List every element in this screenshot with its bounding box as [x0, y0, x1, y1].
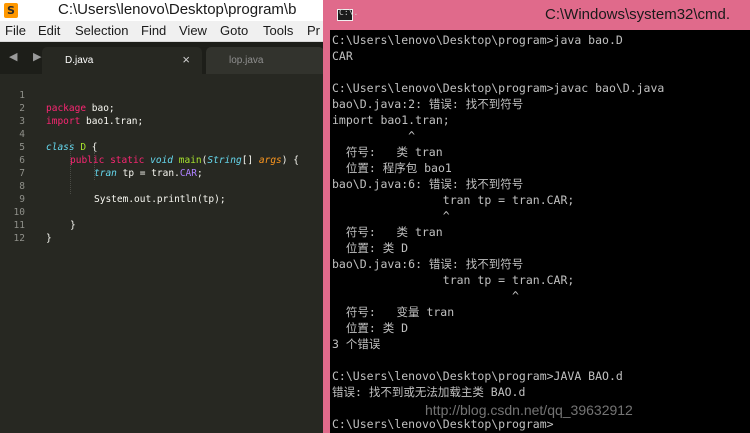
menu-file[interactable]: File — [5, 23, 26, 38]
console-line: tran tp = tran.CAR; — [332, 193, 575, 207]
console-line: 符号: 类 tran — [332, 145, 443, 159]
console-line: ^ — [332, 289, 519, 303]
cmd-app-icon: C:\. — [337, 8, 358, 21]
console-line: import bao1.tran; — [332, 113, 450, 127]
code-editor[interactable]: 1 package bao; 2 import bao1.tran; 3 4 c… — [0, 74, 325, 433]
code-line-11: 11 } — [0, 206, 325, 244]
code-line-10: 10 } — [0, 193, 325, 231]
cmd-window: C:\. C:\Windows\system32\cmd. C:\Users\l… — [323, 0, 750, 433]
tab-lop-java[interactable]: lop.java — [206, 47, 324, 74]
tab-label: D.java — [65, 55, 94, 66]
console-line: bao\D.java:6: 错误: 找不到符号 — [332, 257, 524, 271]
sublime-menu-bar: File Edit Selection Find View Goto Tools… — [0, 21, 325, 42]
console-line: ^ — [332, 209, 450, 223]
console-line: C:\Users\lenovo\Desktop\program>JAVA BAO… — [332, 369, 623, 383]
console-line: tran tp = tran.CAR; — [332, 273, 575, 287]
console-line: C:\Users\lenovo\Desktop\program> — [332, 417, 554, 431]
code-line-3: 3 — [0, 102, 325, 127]
menu-view[interactable]: View — [179, 23, 207, 38]
console-line: 符号: 变量 tran — [332, 305, 455, 319]
code-line-7: 7 — [0, 154, 325, 179]
menu-edit[interactable]: Edit — [38, 23, 60, 38]
console-line: 位置: 类 D — [332, 241, 409, 255]
console-line: 符号: 类 tran — [332, 225, 443, 239]
code-line-4: 4 class D { — [0, 115, 325, 153]
cmd-window-title: C:\Windows\system32\cmd. — [545, 6, 731, 23]
sublime-window-title: C:\Users\lenovo\Desktop\program\b — [58, 1, 297, 18]
menu-find[interactable]: Find — [141, 23, 166, 38]
console-line: bao\D.java:6: 错误: 找不到符号 — [332, 177, 524, 191]
tab-label: lop.java — [229, 55, 264, 66]
code-line-6: 6 tran tp = tran.CAR; — [0, 141, 325, 179]
sublime-title-bar: S C:\Users\lenovo\Desktop\program\b — [0, 0, 325, 21]
tab-bar: ◀ ▶ D.java × lop.java — [0, 42, 325, 74]
code-line-8: 8 System.out.println(tp); — [0, 167, 325, 205]
console-line: C:\Users\lenovo\Desktop\program>java bao… — [332, 33, 623, 47]
code-line-9: 9 — [0, 180, 325, 205]
code-line-12: 12 — [0, 219, 325, 244]
sublime-app-icon: S — [4, 3, 18, 18]
menu-goto[interactable]: Goto — [220, 23, 248, 38]
cmd-icon-label: C:\. — [339, 8, 359, 17]
line-number: 12 — [13, 233, 25, 244]
console-line: C:\Users\lenovo\Desktop\program>javac ba… — [332, 81, 665, 95]
console-line: 错误: 找不到或无法加载主类 BAO.d — [332, 385, 526, 399]
code-line-5: 5 public static void main(String[] args)… — [0, 128, 325, 166]
tab-d-java[interactable]: D.java × — [42, 47, 202, 74]
code-line-2: 2 import bao1.tran; — [0, 89, 325, 127]
cmd-title-bar[interactable]: C:\. C:\Windows\system32\cmd. — [323, 0, 750, 30]
console-line: CAR — [332, 49, 353, 63]
watermark: http://blog.csdn.net/qq_39632912 — [425, 402, 633, 418]
console-line: 3 个错误 — [332, 337, 381, 351]
console-line: 位置: 类 D — [332, 321, 409, 335]
console-line: 位置: 程序包 bao1 — [332, 161, 452, 175]
menu-project[interactable]: Pr — [307, 23, 320, 38]
sublime-text-window: S C:\Users\lenovo\Desktop\program\b File… — [0, 0, 325, 433]
console-output[interactable]: C:\Users\lenovo\Desktop\program>java bao… — [330, 30, 750, 433]
close-icon[interactable]: × — [182, 52, 190, 67]
menu-tools[interactable]: Tools — [263, 23, 293, 38]
console-line: bao\D.java:2: 错误: 找不到符号 — [332, 97, 524, 111]
menu-selection[interactable]: Selection — [75, 23, 128, 38]
code-text: } — [46, 233, 52, 244]
code-line-1: 1 package bao; — [0, 76, 325, 114]
console-line: ^ — [332, 129, 416, 143]
